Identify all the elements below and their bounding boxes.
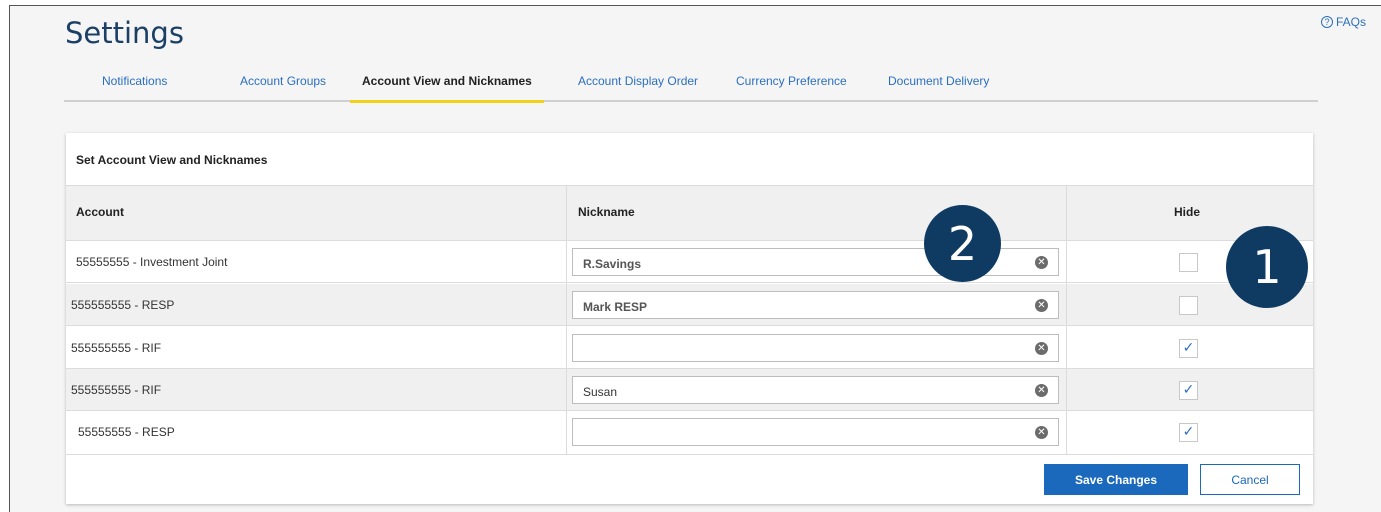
clear-icon[interactable]: ✕ [1035, 384, 1048, 397]
table-row: 55555555 - Investment Joint R.Savings ✕ [66, 241, 1313, 283]
hide-checkbox[interactable]: ✓ [1179, 381, 1198, 400]
cancel-button[interactable]: Cancel [1200, 464, 1300, 495]
nickname-value: R.Savings [583, 257, 642, 271]
column-header-account: Account [76, 205, 124, 219]
callout-marker-2: 2 [924, 205, 1001, 282]
column-divider [1066, 185, 1067, 454]
nickname-input[interactable]: Susan ✕ [572, 376, 1059, 404]
faqs-label: FAQs [1335, 15, 1366, 29]
tab-account-view-and-nicknames[interactable]: Account View and Nicknames [350, 74, 544, 103]
settings-tabs: Notifications Account Groups Account Vie… [64, 64, 1318, 103]
table-row: 555555555 - RIF ✕ ✓ [66, 327, 1313, 369]
save-changes-button[interactable]: Save Changes [1044, 464, 1188, 495]
nickname-value: Susan [583, 385, 618, 399]
clear-icon[interactable]: ✕ [1035, 426, 1048, 439]
column-header-hide: Hide [1174, 205, 1201, 219]
footer-divider [66, 454, 1313, 455]
column-divider [566, 185, 567, 454]
callout-marker-1: 1 [1226, 226, 1308, 308]
account-name: 55555555 - RESP [78, 425, 175, 439]
nickname-input[interactable]: ✕ [572, 418, 1059, 446]
account-name: 555555555 - RIF [71, 383, 162, 397]
table-row: 55555555 - RESP ✕ ✓ [66, 411, 1313, 453]
nickname-input[interactable]: ✕ [572, 334, 1059, 362]
tab-account-display-order[interactable]: Account Display Order [578, 74, 698, 88]
checkmark-icon: ✓ [1182, 382, 1195, 398]
clear-icon[interactable]: ✕ [1035, 342, 1048, 355]
tab-currency-preference[interactable]: Currency Preference [736, 74, 847, 88]
page-title: Settings [65, 16, 184, 50]
faqs-link[interactable]: ? FAQs [1320, 15, 1366, 29]
column-header-nickname: Nickname [578, 205, 635, 219]
table-row: 555555555 - RIF Susan ✕ ✓ [66, 369, 1313, 411]
hide-checkbox[interactable]: ✓ [1179, 339, 1198, 358]
hide-checkbox[interactable] [1179, 253, 1198, 272]
hide-checkbox[interactable] [1179, 296, 1198, 315]
tab-account-groups[interactable]: Account Groups [240, 74, 326, 88]
table-row: 555555555 - RESP Mark RESP ✕ [66, 284, 1313, 326]
tab-notifications[interactable]: Notifications [102, 74, 167, 88]
nickname-input[interactable]: Mark RESP ✕ [572, 291, 1059, 319]
clear-icon[interactable]: ✕ [1035, 299, 1048, 312]
nickname-value: Mark RESP [583, 300, 648, 314]
account-view-card: Set Account View and Nicknames Account N… [66, 133, 1313, 504]
account-name: 555555555 - RESP [71, 298, 175, 312]
table-header: Account Nickname Hide [66, 185, 1313, 241]
account-name: 55555555 - Investment Joint [76, 255, 228, 269]
checkmark-icon: ✓ [1182, 340, 1195, 356]
account-name: 555555555 - RIF [71, 341, 162, 355]
hide-checkbox[interactable]: ✓ [1179, 423, 1198, 442]
tab-document-delivery[interactable]: Document Delivery [888, 74, 989, 88]
checkmark-icon: ✓ [1182, 424, 1195, 440]
card-title: Set Account View and Nicknames [76, 153, 268, 167]
question-circle-icon: ? [1320, 16, 1333, 28]
clear-icon[interactable]: ✕ [1035, 256, 1048, 269]
